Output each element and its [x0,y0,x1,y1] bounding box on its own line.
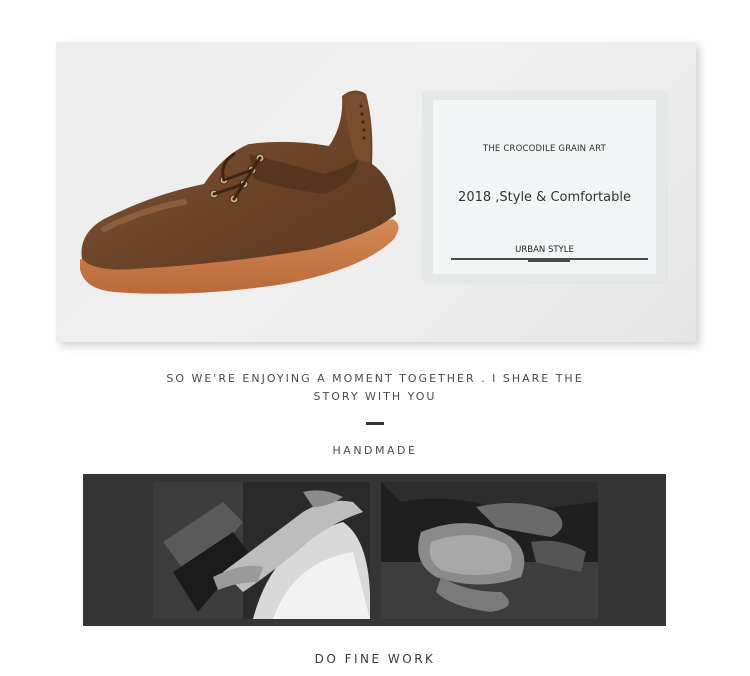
shoe-image [80,90,399,294]
card-divider-accent [528,258,570,262]
story-line-2: STORY WITH YOU [313,390,437,403]
photo-leather-cutting [153,482,370,619]
story-text: SO WE'RE ENJOYING A MOMENT TOGETHER . I … [150,370,600,406]
photo-shoe-last-image [381,482,598,619]
card-top-label: THE CROCODILE GRAIN ART [482,144,607,154]
hero-banner: THE CROCODILE GRAIN ART 2018 ,Style & Co… [56,42,696,342]
photo-shoe-last [381,482,598,619]
info-card-inner: THE CROCODILE GRAIN ART 2018 ,Style & Co… [433,100,656,274]
story-line-1: SO WE'RE ENJOYING A MOMENT TOGETHER . I … [166,372,584,385]
section-dash [366,422,384,425]
info-card: THE CROCODILE GRAIN ART 2018 ,Style & Co… [423,92,666,282]
footer-title: DO FINE WORK [314,652,436,666]
card-sub-label: URBAN STYLE [515,245,574,255]
section-title: HANDMADE [332,444,418,457]
photo-leather-cutting-image [153,482,370,619]
card-headline: 2018 ,Style & Comfortable [458,190,631,205]
photo-band [83,474,666,626]
